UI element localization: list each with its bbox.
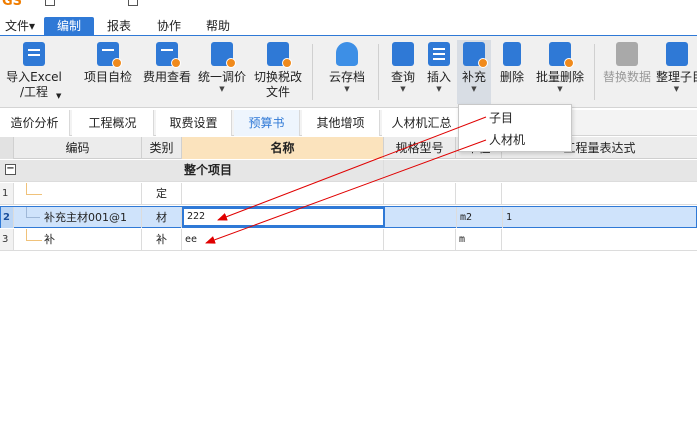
menu-report[interactable]: 报表 [100, 17, 138, 36]
supplement-caret-icon: ▼ [471, 85, 477, 93]
insert-button[interactable]: 插入 ▼ [423, 40, 455, 104]
group-row[interactable]: − 整个项目 [0, 160, 697, 182]
supplement-dropdown: 子目 人材机 [458, 104, 572, 152]
cloud-save-caret-icon: ▼ [344, 85, 350, 93]
corner-cell[interactable] [0, 137, 14, 159]
unified-price-icon [211, 42, 236, 68]
insert-icon [428, 42, 450, 66]
tab-fee-settings[interactable]: 取费设置 [156, 110, 232, 136]
dropdown-item-sub-item[interactable]: 子目 [489, 108, 513, 128]
insert-caret-icon: ▼ [436, 85, 442, 93]
switch-tax-icon [267, 42, 292, 68]
header-name[interactable]: 名称 [182, 137, 384, 159]
ribbon-toolbar: 导入Excel /工程 ▼ 项目自检 费用查看 统一调价 ▼ 切换税改 文件 云… [0, 36, 697, 108]
organize-icon [665, 42, 688, 66]
name-cell-editing[interactable]: 222 [182, 207, 385, 227]
delete-button[interactable]: 删除 [496, 40, 528, 104]
expr-cell[interactable] [502, 183, 697, 204]
replace-data-icon [616, 42, 638, 66]
cloud-save-button[interactable]: 云存档 ▼ [324, 40, 370, 104]
replace-data-button[interactable]: 替换数据 [600, 40, 654, 104]
grid-header: 编码 类别 名称 规格型号 单位 工程量表达式 [0, 137, 697, 159]
row-number: 1 [0, 183, 14, 204]
header-category[interactable]: 类别 [142, 137, 182, 159]
tab-budget[interactable]: 预算书 [234, 110, 300, 136]
self-check-icon [97, 42, 122, 68]
cloud-upload-icon [336, 42, 358, 66]
spec-cell[interactable] [384, 183, 456, 204]
title-bar: GS [0, 0, 697, 14]
category-cell[interactable]: 材 [142, 207, 182, 228]
tab-bar: 造价分析 工程概况 取费设置 预算书 其他增项 人材机汇总 [0, 110, 697, 136]
fee-view-icon [156, 42, 181, 68]
ribbon-separator [378, 44, 379, 100]
group-name: 整个项目 [184, 160, 384, 181]
category-cell[interactable]: 补 [142, 229, 182, 250]
row-number: 2 [1, 207, 14, 228]
batch-delete-caret-icon: ▼ [557, 85, 563, 93]
trash-icon [503, 42, 521, 66]
spec-cell[interactable] [385, 207, 457, 228]
menu-help[interactable]: 帮助 [198, 17, 238, 36]
expr-cell[interactable] [502, 229, 697, 250]
unified-price-caret-icon: ▼ [219, 85, 225, 93]
tab-project-overview[interactable]: 工程概况 [72, 110, 154, 136]
undo-icon[interactable] [70, 0, 80, 6]
menu-bar: 文件▾ 编制 报表 协作 帮助 [0, 14, 697, 36]
supplement-icon [463, 42, 488, 68]
switch-tax-button[interactable]: 切换税改 文件 [250, 40, 306, 104]
header-spec[interactable]: 规格型号 [384, 137, 456, 159]
ribbon-separator [312, 44, 313, 100]
menu-edit[interactable]: 编制 [44, 17, 94, 36]
menu-collab[interactable]: 协作 [150, 17, 188, 36]
unified-price-button[interactable]: 统一调价 ▼ [196, 40, 248, 104]
tab-labor-material-summary[interactable]: 人材机汇总 [382, 110, 462, 136]
app-logo-icon: GS [2, 0, 23, 9]
query-icon [392, 42, 414, 66]
batch-delete-icon [549, 42, 574, 68]
unit-cell[interactable] [456, 183, 502, 204]
ribbon-separator [594, 44, 595, 100]
collapse-icon[interactable]: − [5, 164, 16, 175]
redo-icon[interactable] [102, 0, 112, 6]
category-cell[interactable]: 定 [142, 183, 182, 204]
self-check-button[interactable]: 项目自检 [80, 40, 136, 104]
code-cell[interactable] [14, 183, 142, 204]
code-cell[interactable]: 补充主材001@1 [14, 207, 142, 228]
unit-cell[interactable]: m [456, 229, 502, 250]
table-row-selected[interactable]: 2 补充主材001@1 材 222 m2 1 [0, 206, 697, 228]
save-icon[interactable] [45, 0, 55, 6]
spec-cell[interactable] [384, 229, 456, 250]
batch-delete-button[interactable]: 批量删除 ▼ [532, 40, 588, 104]
qa-menu-icon[interactable] [128, 0, 138, 6]
budget-grid: 编码 类别 名称 规格型号 单位 工程量表达式 − 整个项目 1 定 2 补充主… [0, 137, 697, 436]
header-code[interactable]: 编码 [14, 137, 142, 159]
supplement-button[interactable]: 补充 ▼ [457, 40, 491, 104]
code-cell[interactable]: 补 [14, 229, 142, 250]
query-caret-icon: ▼ [400, 85, 406, 93]
expr-cell[interactable]: 1 [503, 207, 696, 228]
table-row[interactable]: 1 定 [0, 183, 697, 205]
tab-cost-analysis[interactable]: 造价分析 [0, 110, 70, 136]
row-number: 3 [0, 229, 14, 250]
tab-other-items[interactable]: 其他增项 [302, 110, 380, 136]
query-button[interactable]: 查询 ▼ [386, 40, 420, 104]
name-cell[interactable]: ee [182, 229, 384, 250]
dropdown-item-labor-material[interactable]: 人材机 [489, 130, 525, 150]
organize-caret-icon: ▼ [673, 85, 680, 93]
name-cell[interactable] [182, 183, 384, 204]
unit-cell[interactable]: m2 [457, 207, 503, 228]
excel-import-icon [23, 42, 45, 66]
organize-button[interactable]: 整理子目 ▼ [656, 40, 697, 104]
fee-view-button[interactable]: 费用查看 [140, 40, 194, 104]
import-caret-icon: ▼ [56, 92, 62, 100]
menu-file[interactable]: 文件▾ [2, 17, 38, 36]
table-row[interactable]: 3 补 补 ee m [0, 229, 697, 251]
